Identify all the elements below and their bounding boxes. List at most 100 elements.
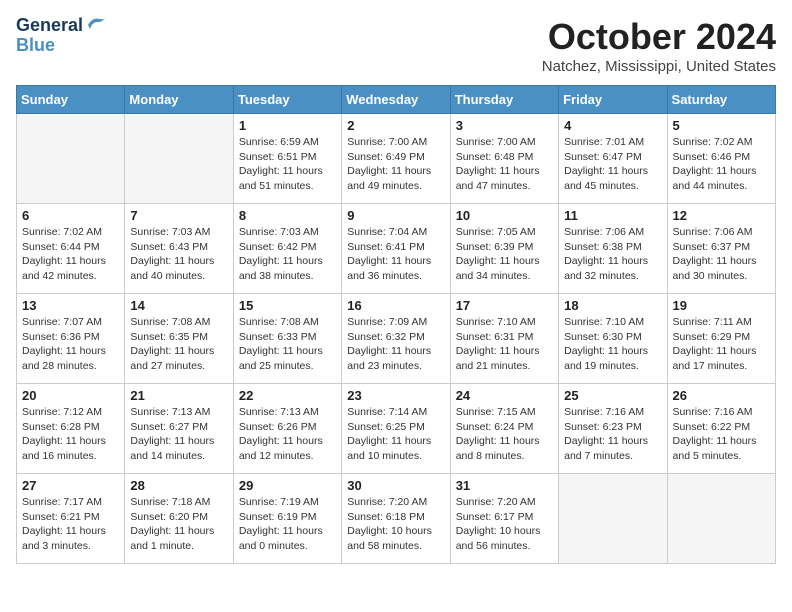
day-number: 24 bbox=[456, 388, 553, 403]
calendar-day-5: 5 Sunrise: 7:02 AM Sunset: 6:46 PM Daylig… bbox=[667, 114, 775, 204]
weekday-header-saturday: Saturday bbox=[667, 86, 775, 114]
day-number: 13 bbox=[22, 298, 119, 313]
day-info: Sunrise: 7:13 AM Sunset: 6:27 PM Dayligh… bbox=[130, 405, 227, 464]
calendar-day-17: 17 Sunrise: 7:10 AM Sunset: 6:31 PM Dayli… bbox=[450, 294, 558, 384]
calendar-day-1: 1Sunrise: 6:59 AM Sunset: 6:51 PM Daylig… bbox=[233, 114, 341, 204]
calendar-day-20: 20 Sunrise: 7:12 AM Sunset: 6:28 PM Dayli… bbox=[17, 384, 125, 474]
day-info: Sunrise: 7:07 AM Sunset: 6:36 PM Dayligh… bbox=[22, 315, 119, 374]
calendar-day-empty bbox=[125, 114, 233, 204]
day-number: 17 bbox=[456, 298, 553, 313]
day-info: Sunrise: 7:02 AM Sunset: 6:46 PM Dayligh… bbox=[673, 135, 770, 194]
day-info: Sunrise: 7:00 AM Sunset: 6:49 PM Dayligh… bbox=[347, 135, 444, 194]
day-number: 11 bbox=[564, 208, 661, 223]
day-number: 2 bbox=[347, 118, 444, 133]
day-info: Sunrise: 7:17 AM Sunset: 6:21 PM Dayligh… bbox=[22, 495, 119, 554]
calendar-day-2: 2 Sunrise: 7:00 AM Sunset: 6:49 PM Daylig… bbox=[342, 114, 450, 204]
calendar-day-3: 3Sunrise: 7:00 AM Sunset: 6:48 PM Daylig… bbox=[450, 114, 558, 204]
day-info: Sunrise: 7:20 AM Sunset: 6:17 PM Dayligh… bbox=[456, 495, 553, 554]
day-info: Sunrise: 7:11 AM Sunset: 6:29 PM Dayligh… bbox=[673, 315, 770, 374]
day-info: Sunrise: 7:03 AM Sunset: 6:43 PM Dayligh… bbox=[130, 225, 227, 284]
calendar-week-row: 27 Sunrise: 7:17 AM Sunset: 6:21 PM Dayli… bbox=[17, 474, 776, 564]
calendar-day-24: 24 Sunrise: 7:15 AM Sunset: 6:24 PM Dayli… bbox=[450, 384, 558, 474]
calendar-day-25: 25Sunrise: 7:16 AM Sunset: 6:23 PM Dayli… bbox=[559, 384, 667, 474]
weekday-header-sunday: Sunday bbox=[17, 86, 125, 114]
day-info: Sunrise: 7:00 AM Sunset: 6:48 PM Dayligh… bbox=[456, 135, 553, 194]
day-info: Sunrise: 7:05 AM Sunset: 6:39 PM Dayligh… bbox=[456, 225, 553, 284]
calendar-day-7: 7 Sunrise: 7:03 AM Sunset: 6:43 PM Daylig… bbox=[125, 204, 233, 294]
calendar-table: SundayMondayTuesdayWednesdayThursdayFrid… bbox=[16, 85, 776, 564]
day-number: 7 bbox=[130, 208, 227, 223]
day-info: Sunrise: 7:14 AM Sunset: 6:25 PM Dayligh… bbox=[347, 405, 444, 464]
day-info: Sunrise: 7:03 AM Sunset: 6:42 PM Dayligh… bbox=[239, 225, 336, 284]
day-info: Sunrise: 7:12 AM Sunset: 6:28 PM Dayligh… bbox=[22, 405, 119, 464]
calendar-day-23: 23Sunrise: 7:14 AM Sunset: 6:25 PM Dayli… bbox=[342, 384, 450, 474]
day-number: 5 bbox=[673, 118, 770, 133]
logo: General Blue bbox=[16, 16, 108, 56]
day-number: 9 bbox=[347, 208, 444, 223]
day-number: 6 bbox=[22, 208, 119, 223]
page-header: General Blue October 2024 Natchez, Missi… bbox=[16, 16, 776, 75]
calendar-day-31: 31 Sunrise: 7:20 AM Sunset: 6:17 PM Dayli… bbox=[450, 474, 558, 564]
day-number: 16 bbox=[347, 298, 444, 313]
calendar-day-27: 27 Sunrise: 7:17 AM Sunset: 6:21 PM Dayli… bbox=[17, 474, 125, 564]
day-number: 28 bbox=[130, 478, 227, 493]
calendar-day-21: 21 Sunrise: 7:13 AM Sunset: 6:27 PM Dayli… bbox=[125, 384, 233, 474]
day-info: Sunrise: 7:08 AM Sunset: 6:33 PM Dayligh… bbox=[239, 315, 336, 374]
day-number: 29 bbox=[239, 478, 336, 493]
day-info: Sunrise: 7:15 AM Sunset: 6:24 PM Dayligh… bbox=[456, 405, 553, 464]
logo-bird-icon bbox=[86, 15, 108, 33]
day-info: Sunrise: 7:16 AM Sunset: 6:23 PM Dayligh… bbox=[564, 405, 661, 464]
day-info: Sunrise: 7:02 AM Sunset: 6:44 PM Dayligh… bbox=[22, 225, 119, 284]
day-number: 4 bbox=[564, 118, 661, 133]
weekday-header-monday: Monday bbox=[125, 86, 233, 114]
calendar-day-empty bbox=[667, 474, 775, 564]
weekday-header-row: SundayMondayTuesdayWednesdayThursdayFrid… bbox=[17, 86, 776, 114]
day-info: Sunrise: 7:06 AM Sunset: 6:38 PM Dayligh… bbox=[564, 225, 661, 284]
calendar-day-11: 11 Sunrise: 7:06 AM Sunset: 6:38 PM Dayli… bbox=[559, 204, 667, 294]
calendar-day-29: 29 Sunrise: 7:19 AM Sunset: 6:19 PM Dayli… bbox=[233, 474, 341, 564]
day-number: 1 bbox=[239, 118, 336, 133]
day-number: 18 bbox=[564, 298, 661, 313]
calendar-day-empty bbox=[17, 114, 125, 204]
day-number: 26 bbox=[673, 388, 770, 403]
day-number: 31 bbox=[456, 478, 553, 493]
calendar-week-row: 1Sunrise: 6:59 AM Sunset: 6:51 PM Daylig… bbox=[17, 114, 776, 204]
weekday-header-tuesday: Tuesday bbox=[233, 86, 341, 114]
day-number: 27 bbox=[22, 478, 119, 493]
day-info: Sunrise: 7:01 AM Sunset: 6:47 PM Dayligh… bbox=[564, 135, 661, 194]
calendar-day-9: 9 Sunrise: 7:04 AM Sunset: 6:41 PM Daylig… bbox=[342, 204, 450, 294]
calendar-week-row: 13 Sunrise: 7:07 AM Sunset: 6:36 PM Dayli… bbox=[17, 294, 776, 384]
day-info: Sunrise: 7:19 AM Sunset: 6:19 PM Dayligh… bbox=[239, 495, 336, 554]
day-info: Sunrise: 7:10 AM Sunset: 6:30 PM Dayligh… bbox=[564, 315, 661, 374]
calendar-day-15: 15Sunrise: 7:08 AM Sunset: 6:33 PM Dayli… bbox=[233, 294, 341, 384]
calendar-day-12: 12Sunrise: 7:06 AM Sunset: 6:37 PM Dayli… bbox=[667, 204, 775, 294]
day-info: Sunrise: 7:04 AM Sunset: 6:41 PM Dayligh… bbox=[347, 225, 444, 284]
weekday-header-wednesday: Wednesday bbox=[342, 86, 450, 114]
day-info: Sunrise: 7:09 AM Sunset: 6:32 PM Dayligh… bbox=[347, 315, 444, 374]
logo-general: General bbox=[16, 16, 83, 36]
calendar-day-8: 8 Sunrise: 7:03 AM Sunset: 6:42 PM Daylig… bbox=[233, 204, 341, 294]
day-number: 30 bbox=[347, 478, 444, 493]
calendar-day-4: 4 Sunrise: 7:01 AM Sunset: 6:47 PM Daylig… bbox=[559, 114, 667, 204]
calendar-day-22: 22Sunrise: 7:13 AM Sunset: 6:26 PM Dayli… bbox=[233, 384, 341, 474]
calendar-day-19: 19 Sunrise: 7:11 AM Sunset: 6:29 PM Dayli… bbox=[667, 294, 775, 384]
calendar-week-row: 6 Sunrise: 7:02 AM Sunset: 6:44 PM Daylig… bbox=[17, 204, 776, 294]
weekday-header-thursday: Thursday bbox=[450, 86, 558, 114]
day-number: 21 bbox=[130, 388, 227, 403]
day-number: 8 bbox=[239, 208, 336, 223]
calendar-day-26: 26Sunrise: 7:16 AM Sunset: 6:22 PM Dayli… bbox=[667, 384, 775, 474]
calendar-day-14: 14Sunrise: 7:08 AM Sunset: 6:35 PM Dayli… bbox=[125, 294, 233, 384]
title-area: October 2024 Natchez, Mississippi, Unite… bbox=[542, 16, 776, 75]
day-number: 19 bbox=[673, 298, 770, 313]
calendar-week-row: 20 Sunrise: 7:12 AM Sunset: 6:28 PM Dayli… bbox=[17, 384, 776, 474]
calendar-day-13: 13 Sunrise: 7:07 AM Sunset: 6:36 PM Dayli… bbox=[17, 294, 125, 384]
calendar-day-18: 18 Sunrise: 7:10 AM Sunset: 6:30 PM Dayli… bbox=[559, 294, 667, 384]
calendar-day-16: 16 Sunrise: 7:09 AM Sunset: 6:32 PM Dayli… bbox=[342, 294, 450, 384]
day-info: Sunrise: 7:10 AM Sunset: 6:31 PM Dayligh… bbox=[456, 315, 553, 374]
month-title: October 2024 bbox=[542, 16, 776, 58]
day-number: 14 bbox=[130, 298, 227, 313]
day-info: Sunrise: 7:13 AM Sunset: 6:26 PM Dayligh… bbox=[239, 405, 336, 464]
location: Natchez, Mississippi, United States bbox=[542, 58, 776, 75]
calendar-day-28: 28Sunrise: 7:18 AM Sunset: 6:20 PM Dayli… bbox=[125, 474, 233, 564]
day-number: 20 bbox=[22, 388, 119, 403]
